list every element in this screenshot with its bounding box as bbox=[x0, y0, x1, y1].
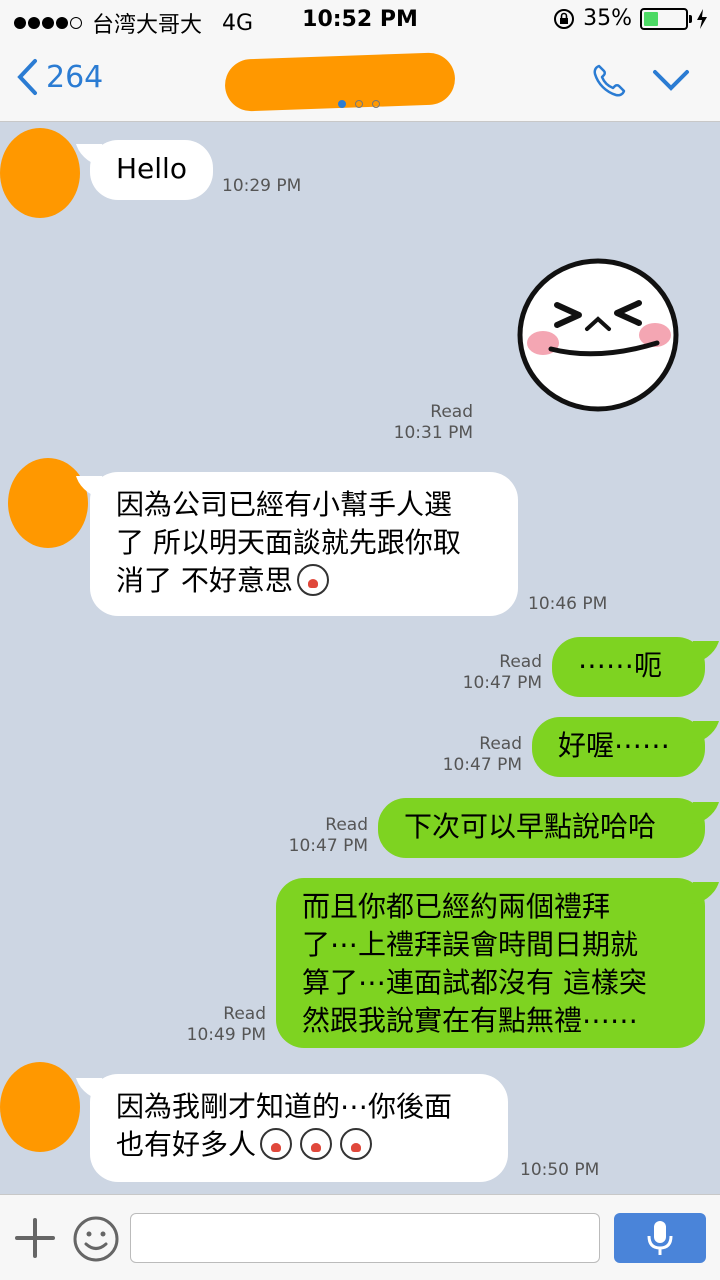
battery-icon bbox=[640, 7, 692, 30]
message-text: ⋯⋯呃 bbox=[578, 649, 663, 682]
message-line: 了⋯上禮拜誤會時間日期就 bbox=[302, 928, 639, 961]
message-line: 消了 不好意思 bbox=[116, 564, 293, 597]
avatar[interactable] bbox=[8, 458, 88, 548]
outgoing-message[interactable]: 好喔⋯⋯ bbox=[532, 717, 705, 777]
page-dot bbox=[338, 100, 346, 108]
crying-emoji-icon bbox=[260, 1128, 293, 1160]
message-read-status: Read 10:47 PM bbox=[450, 652, 542, 694]
laughing-face-sticker[interactable] bbox=[517, 257, 680, 413]
voice-message-button[interactable] bbox=[614, 1213, 706, 1263]
message-time: 10:47 PM bbox=[462, 673, 542, 693]
message-time: 10:47 PM bbox=[288, 836, 368, 856]
crying-emoji-icon bbox=[300, 1128, 333, 1160]
message-read-status: Read 10:47 PM bbox=[430, 734, 522, 776]
message-line: 算了⋯連面試都沒有 這樣突 bbox=[302, 966, 647, 999]
unread-count: 264 bbox=[46, 59, 104, 95]
outgoing-message[interactable]: 而且你都已經約兩個禮拜 了⋯上禮拜誤會時間日期就 算了⋯連面試都沒有 這樣突 然… bbox=[276, 878, 705, 1048]
incoming-message[interactable]: 因為公司已經有小幫手人選 了 所以明天面談就先跟你取 消了 不好意思 bbox=[90, 472, 518, 616]
read-label: Read bbox=[479, 734, 522, 754]
message-text: Hello bbox=[116, 152, 187, 185]
message-input-bar bbox=[0, 1194, 720, 1280]
message-line: 因為公司已經有小幫手人選 bbox=[116, 488, 453, 521]
read-label: Read bbox=[223, 1004, 266, 1024]
status-bar: 台湾大哥大 4G 10:52 PM 35% bbox=[0, 0, 720, 40]
message-time: 10:50 PM bbox=[520, 1160, 600, 1180]
avatar[interactable] bbox=[0, 1062, 80, 1152]
back-chevron-icon bbox=[17, 59, 37, 95]
back-button[interactable]: 264 bbox=[16, 58, 103, 96]
message-line: 了 所以明天面談就先跟你取 bbox=[116, 526, 461, 559]
message-line: 而且你都已經約兩個禮拜 bbox=[302, 890, 611, 923]
message-read-status: Read 10:47 PM bbox=[276, 815, 368, 857]
message-text: 好喔⋯⋯ bbox=[558, 729, 671, 762]
message-line: 然跟我說實在有點無禮⋯⋯ bbox=[302, 1004, 639, 1037]
page-dot bbox=[372, 100, 380, 108]
avatar[interactable] bbox=[0, 128, 80, 218]
chevron-down-icon[interactable] bbox=[652, 68, 690, 92]
read-label: Read bbox=[499, 652, 542, 672]
microphone-icon bbox=[647, 1221, 673, 1255]
phone-icon[interactable] bbox=[590, 62, 628, 100]
outgoing-message[interactable]: ⋯⋯呃 bbox=[552, 637, 705, 697]
message-list[interactable]: Hello 10:29 PM Read 10:31 PM 因為公司已經有小幫手人… bbox=[0, 122, 720, 1194]
crying-emoji-icon bbox=[296, 564, 329, 596]
smiley-icon[interactable] bbox=[72, 1215, 120, 1263]
charging-bolt-icon bbox=[697, 8, 707, 29]
incoming-message[interactable]: Hello bbox=[90, 140, 213, 200]
read-label: Read bbox=[430, 402, 473, 422]
crying-emoji-icon bbox=[340, 1128, 373, 1160]
page-dot bbox=[355, 100, 363, 108]
chat-header: 264 bbox=[0, 40, 720, 122]
page-indicator bbox=[338, 100, 380, 108]
message-read-status: Read 10:31 PM bbox=[380, 402, 473, 444]
message-line: 也有好多人 bbox=[116, 1128, 257, 1161]
incoming-message[interactable]: 因為我剛才知道的⋯你後面 也有好多人 bbox=[90, 1074, 508, 1182]
battery-percent: 35% bbox=[583, 6, 632, 31]
lock-rotation-icon bbox=[554, 8, 575, 29]
message-text: 下次可以早點說哈哈 bbox=[404, 810, 657, 843]
message-time: 10:29 PM bbox=[222, 176, 302, 196]
message-line: 因為我剛才知道的⋯你後面 bbox=[116, 1090, 453, 1123]
plus-icon[interactable] bbox=[14, 1215, 56, 1261]
message-input[interactable] bbox=[130, 1213, 600, 1263]
message-time: 10:47 PM bbox=[442, 755, 522, 775]
message-time: 10:49 PM bbox=[186, 1025, 266, 1045]
message-time: 10:31 PM bbox=[393, 423, 473, 443]
message-read-status: Read 10:49 PM bbox=[174, 1004, 266, 1046]
read-label: Read bbox=[325, 815, 368, 835]
outgoing-message[interactable]: 下次可以早點說哈哈 bbox=[378, 798, 705, 858]
message-time: 10:46 PM bbox=[528, 594, 608, 614]
